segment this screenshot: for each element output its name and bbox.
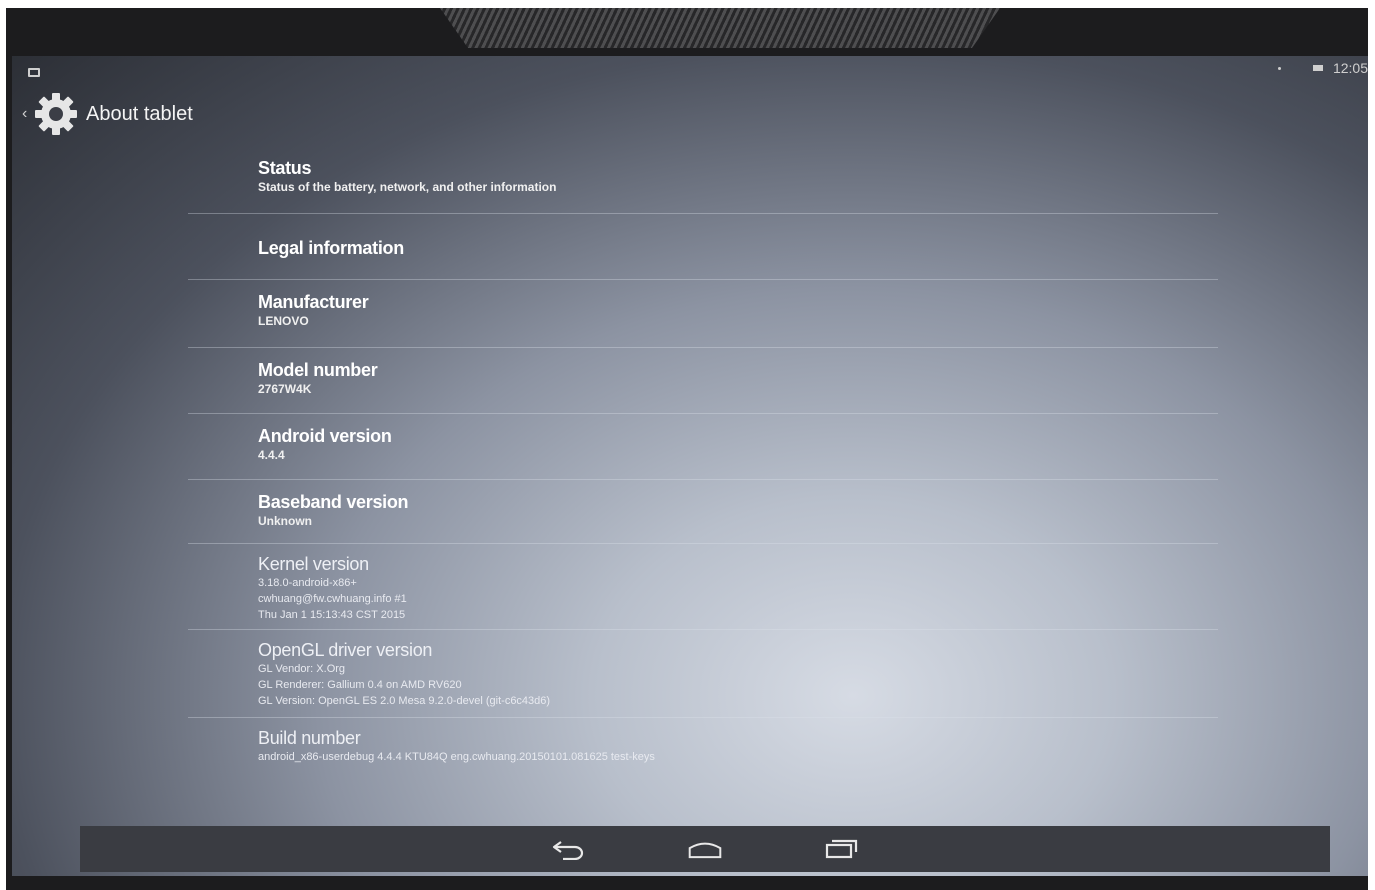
home-icon[interactable] bbox=[687, 837, 723, 861]
list-item-status[interactable]: Status Status of the battery, network, a… bbox=[188, 146, 1218, 214]
list-item-legal-information[interactable]: Legal information bbox=[188, 214, 1218, 280]
navigation-bar bbox=[80, 826, 1330, 872]
item-summary: android_x86-userdebug 4.4.4 KTU84Q eng.c… bbox=[258, 751, 655, 763]
notification-icon bbox=[28, 68, 40, 77]
status-clock: 12:05 bbox=[1332, 60, 1368, 76]
item-title: Legal information bbox=[258, 238, 404, 258]
list-item-android-version[interactable]: Android version 4.4.4 bbox=[188, 414, 1218, 480]
about-list: Status Status of the battery, network, a… bbox=[188, 146, 1218, 778]
item-summary: LENOVO bbox=[258, 314, 309, 328]
list-item-model-number: Model number 2767W4K bbox=[188, 348, 1218, 414]
item-summary: Unknown bbox=[258, 514, 312, 528]
item-title: Manufacturer bbox=[258, 292, 369, 312]
signal-dot-icon bbox=[1277, 66, 1281, 70]
item-summary: GL Vendor: X.Org GL Renderer: Gallium 0.… bbox=[258, 663, 551, 707]
up-caret-icon[interactable]: ‹ bbox=[22, 105, 30, 123]
status-bar: 12:05 bbox=[12, 56, 1368, 86]
item-title: Build number bbox=[258, 728, 361, 748]
page-title: About tablet bbox=[86, 102, 193, 125]
tablet-screen: 12:05 ‹ About tablet Status Status of th… bbox=[12, 56, 1368, 876]
back-icon[interactable] bbox=[551, 837, 587, 861]
recents-icon[interactable] bbox=[823, 837, 859, 861]
item-title: Status bbox=[258, 158, 312, 178]
list-item-build-number[interactable]: Build number android_x86-userdebug 4.4.4… bbox=[188, 718, 1218, 778]
item-title: Android version bbox=[258, 426, 392, 446]
item-title: Model number bbox=[258, 360, 378, 380]
item-summary: 3.18.0-android-x86+ cwhuang@fw.cwhuang.i… bbox=[258, 577, 407, 621]
item-title: OpenGL driver version bbox=[258, 640, 433, 660]
list-item-manufacturer: Manufacturer LENOVO bbox=[188, 280, 1218, 348]
action-bar: ‹ About tablet bbox=[12, 86, 1368, 142]
list-item-kernel-version: Kernel version 3.18.0-android-x86+ cwhua… bbox=[188, 544, 1218, 630]
status-icons: 12:05 bbox=[1277, 60, 1368, 76]
item-title: Kernel version bbox=[258, 554, 369, 574]
item-summary: 2767W4K bbox=[258, 382, 312, 396]
bezel-reflection bbox=[440, 8, 1000, 48]
item-title: Baseband version bbox=[258, 492, 409, 512]
list-item-opengl-driver-version: OpenGL driver version GL Vendor: X.Org G… bbox=[188, 630, 1218, 718]
item-summary: Status of the battery, network, and othe… bbox=[258, 180, 557, 194]
battery-icon bbox=[1312, 65, 1323, 71]
settings-gear-icon[interactable] bbox=[32, 90, 80, 138]
item-summary: 4.4.4 bbox=[258, 448, 285, 462]
list-item-baseband-version: Baseband version Unknown bbox=[188, 480, 1218, 544]
